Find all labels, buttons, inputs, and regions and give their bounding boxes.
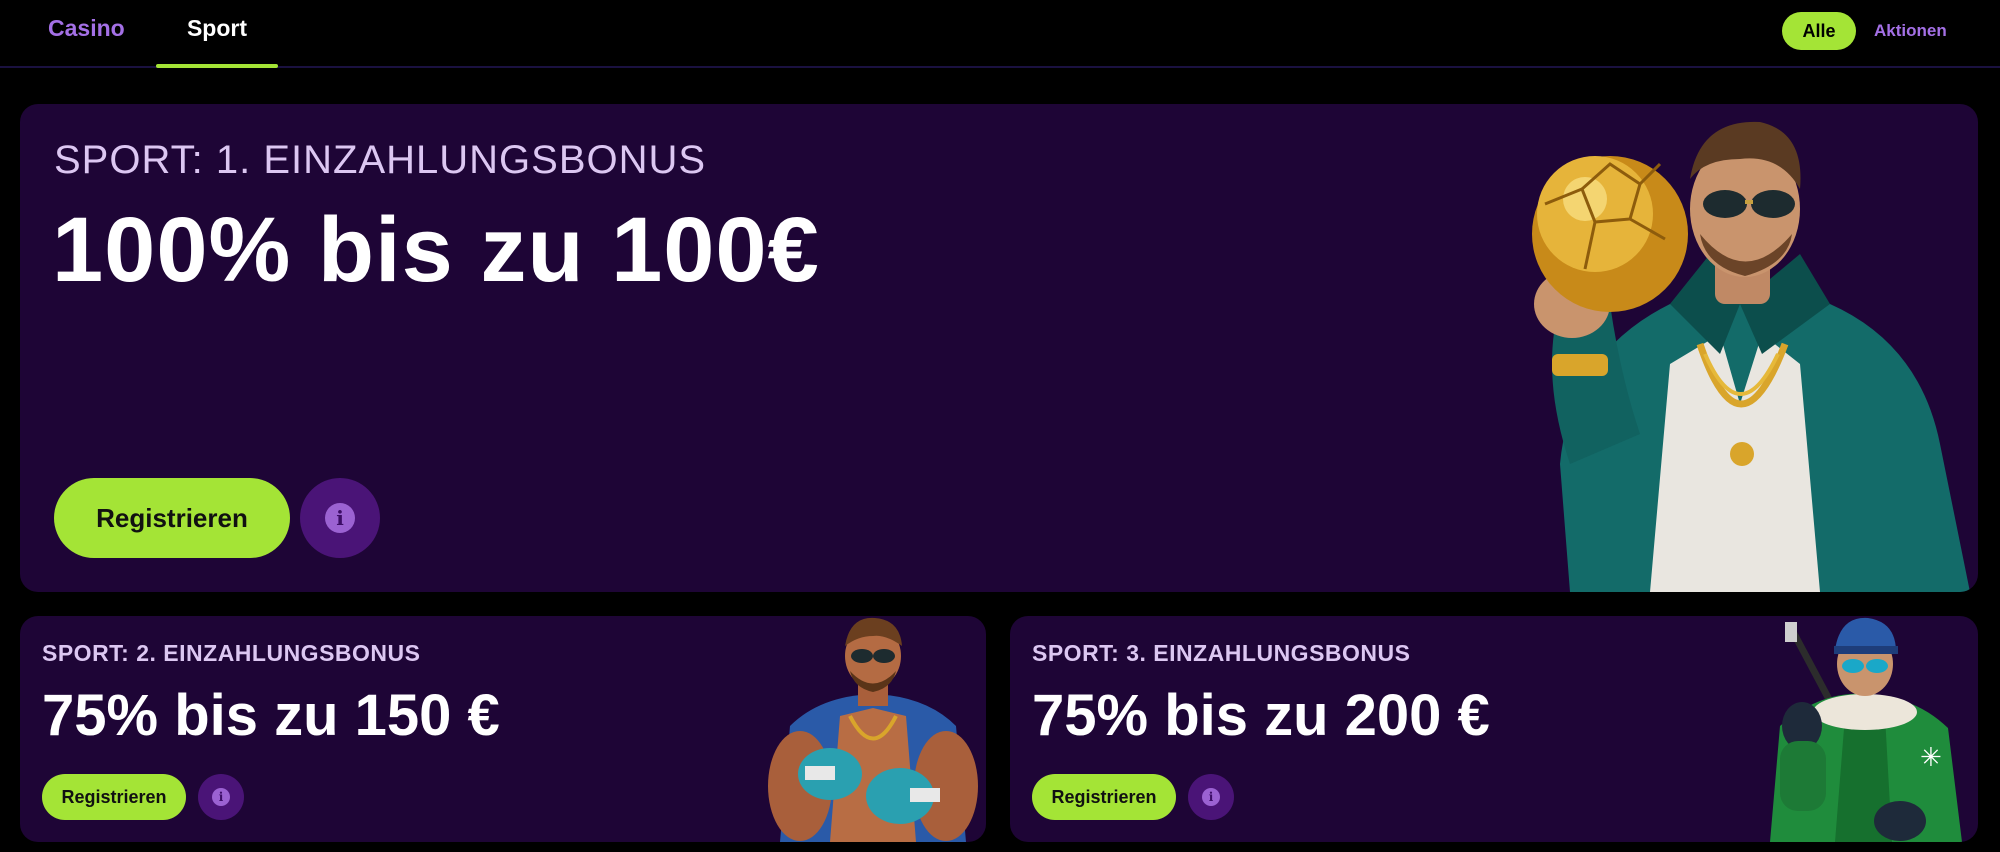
boxer-illustration	[768, 617, 978, 842]
info-button[interactable]: i	[300, 478, 380, 558]
info-icon: i	[212, 788, 230, 806]
promo-headline: 75% bis zu 200 €	[1032, 683, 1490, 748]
promo-headline: 100% bis zu 100€	[52, 199, 820, 301]
register-button[interactable]: Registrieren	[42, 774, 186, 820]
promo-eyebrow: SPORT: 3. EINZAHLUNGSBONUS	[1032, 640, 1411, 666]
info-button[interactable]: i	[1188, 774, 1234, 820]
info-icon: i	[1202, 788, 1220, 806]
promo-eyebrow: SPORT: 1. EINZAHLUNGSBONUS	[54, 138, 707, 182]
info-icon: i	[325, 503, 355, 533]
tab-sport[interactable]: Sport	[156, 12, 278, 56]
info-button[interactable]: i	[198, 774, 244, 820]
promo-headline: 75% bis zu 150 €	[42, 683, 500, 748]
top-nav: Casino Sport Alle Aktionen	[0, 0, 2000, 68]
promo-card-sport-1: SPORT: 1. EINZAHLUNGSBONUS 100% bis zu 1…	[20, 104, 1978, 592]
tab-sport-label: Sport	[186, 15, 248, 41]
active-tab-indicator	[156, 64, 278, 68]
tab-casino[interactable]: Casino	[48, 12, 125, 56]
filter-all-button[interactable]: Alle	[1782, 12, 1856, 50]
promo-card-sport-3: SPORT: 3. EINZAHLUNGSBONUS 75% bis zu 20…	[1010, 616, 1978, 842]
svg-text:✳: ✳	[1920, 743, 1942, 773]
promo-eyebrow: SPORT: 2. EINZAHLUNGSBONUS	[42, 640, 421, 666]
hockey-player-illustration: ✳	[1770, 617, 1962, 842]
promo-card-sport-2: SPORT: 2. EINZAHLUNGSBONUS 75% bis zu 15…	[20, 616, 986, 842]
register-button[interactable]: Registrieren	[54, 478, 290, 558]
register-button[interactable]: Registrieren	[1032, 774, 1176, 820]
footballer-illustration	[1532, 121, 1970, 592]
filter-promotions-link[interactable]: Aktionen	[1874, 18, 1947, 44]
